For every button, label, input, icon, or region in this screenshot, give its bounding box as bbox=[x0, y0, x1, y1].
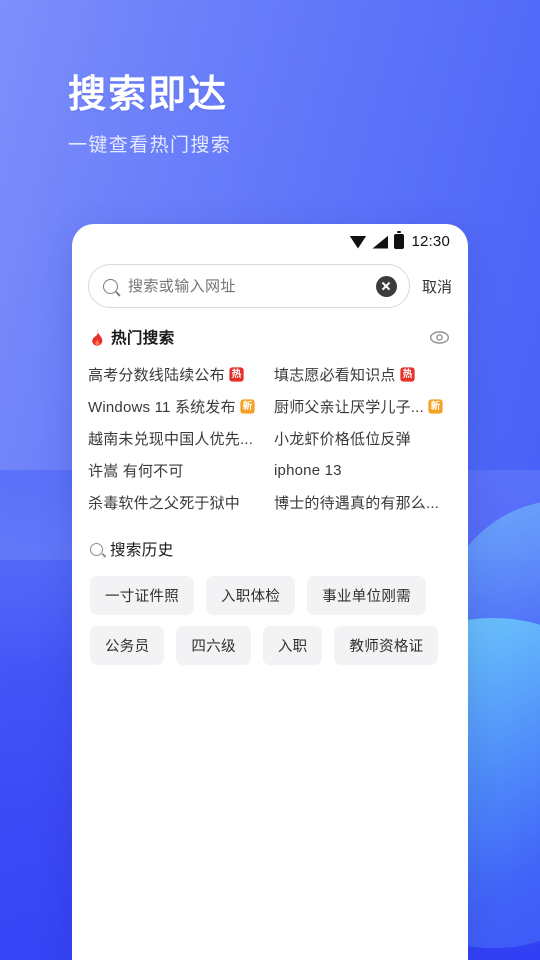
search-history-title: 搜索历史 bbox=[110, 542, 174, 559]
hot-search-list: 高考分数线陆续公布热填志愿必看知识点热 Windows 11 系统发布新厨师父亲让… bbox=[72, 348, 468, 518]
flame-icon bbox=[92, 328, 103, 346]
hot-search-item[interactable]: 小龙虾价格低位反弹 bbox=[274, 422, 452, 454]
history-chip[interactable]: 事业单位刚需 bbox=[307, 576, 427, 615]
eye-icon[interactable] bbox=[429, 330, 450, 344]
hot-search-item[interactable]: iphone 13 bbox=[274, 454, 452, 486]
hot-search-item-label: 填志愿必看知识点 bbox=[274, 366, 396, 384]
hot-search-item[interactable]: 高考分数线陆续公布热 bbox=[88, 358, 266, 390]
hot-search-item[interactable]: 杀毒软件之父死于狱中 bbox=[88, 486, 266, 518]
history-chip[interactable]: 教师资格证 bbox=[334, 626, 439, 665]
hot-search-item-label: 高考分数线陆续公布 bbox=[88, 366, 225, 384]
search-box[interactable] bbox=[88, 264, 410, 308]
hot-search-item-label: 小龙虾价格低位反弹 bbox=[274, 430, 411, 448]
wifi-icon bbox=[349, 235, 367, 249]
hot-search-item-label: iphone 13 bbox=[274, 461, 342, 479]
search-history-header: 搜索历史 bbox=[72, 518, 468, 560]
history-chip[interactable]: 一寸证件照 bbox=[90, 576, 194, 615]
hot-badge: 热 bbox=[229, 366, 244, 382]
search-bar-row: 取消 bbox=[72, 258, 468, 308]
battery-icon bbox=[394, 230, 405, 249]
hot-search-item[interactable]: 许嵩 有何不可 bbox=[88, 454, 266, 486]
hot-search-item-label: 越南未兑现中国人优先... bbox=[88, 430, 254, 448]
hot-search-item-label: 杀毒软件之父死于狱中 bbox=[88, 494, 241, 512]
hot-search-item[interactable]: Windows 11 系统发布新 bbox=[88, 390, 266, 422]
phone-mockup: 12:30 取消 热门搜索 高考分数线陆续公布热填志愿必看知识点热Windows… bbox=[72, 224, 468, 960]
hot-search-item[interactable]: 填志愿必看知识点热 bbox=[274, 358, 452, 390]
search-history-chips: 一寸证件照 入职体检 事业单位刚需公务员 四六级 入职 教师资格证 bbox=[72, 560, 468, 665]
search-icon bbox=[90, 542, 103, 556]
new-badge: 新 bbox=[428, 398, 443, 414]
status-bar-clock: 12:30 bbox=[411, 232, 450, 250]
hot-search-item[interactable]: 博士的待遇真的有那么... bbox=[274, 486, 452, 518]
history-chip[interactable]: 公务员 bbox=[90, 626, 165, 665]
cancel-button[interactable]: 取消 bbox=[422, 276, 452, 297]
signal-icon bbox=[372, 235, 389, 249]
hot-search-item[interactable]: 越南未兑现中国人优先... bbox=[88, 422, 266, 454]
status-bar: 12:30 bbox=[72, 224, 468, 258]
hot-search-title: 热门搜索 bbox=[111, 330, 175, 347]
hero-text-block: 搜索即达 一键查看热门搜索 bbox=[68, 72, 231, 158]
history-chip[interactable]: 四六级 bbox=[176, 626, 251, 665]
page-title: 搜索即达 bbox=[68, 74, 229, 116]
history-chip[interactable]: 入职体检 bbox=[206, 576, 296, 615]
new-badge: 新 bbox=[240, 398, 255, 414]
search-icon bbox=[103, 278, 118, 294]
hot-search-item-label: 博士的待遇真的有那么... bbox=[274, 494, 440, 512]
clear-icon[interactable] bbox=[375, 275, 397, 297]
history-chip[interactable]: 入职 bbox=[262, 626, 323, 665]
hot-badge: 热 bbox=[399, 366, 415, 382]
hot-search-header: 热门搜索 bbox=[72, 308, 468, 348]
hot-search-item-label: 厨师父亲让厌学儿子... bbox=[274, 398, 424, 416]
page-subtitle: 一键查看热门搜索 bbox=[68, 134, 232, 156]
hot-search-item-label: 许嵩 有何不可 bbox=[88, 462, 184, 480]
search-input[interactable] bbox=[128, 277, 366, 295]
hot-search-item-label: Windows 11 系统发布 bbox=[88, 398, 236, 416]
hot-search-item[interactable]: 厨师父亲让厌学儿子... 新 bbox=[274, 390, 452, 422]
status-bar-icons bbox=[349, 230, 405, 249]
